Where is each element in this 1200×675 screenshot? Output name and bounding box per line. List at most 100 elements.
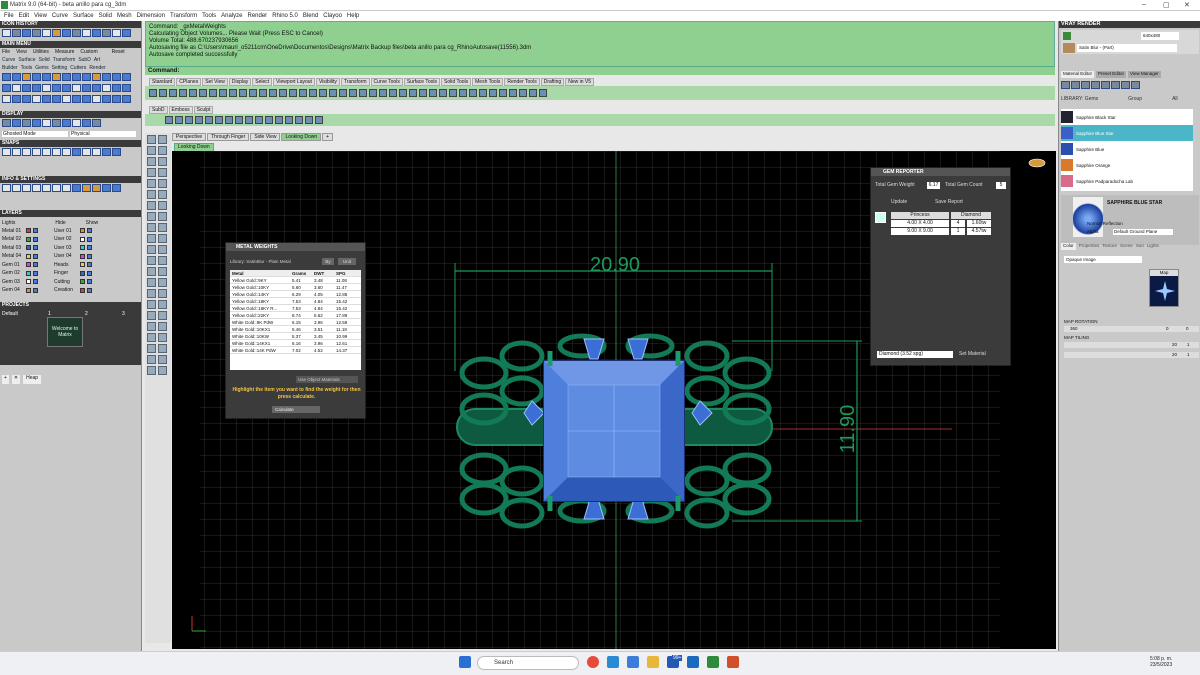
snap-icon[interactable] [92, 148, 101, 156]
sculpt-tool-icon[interactable] [255, 116, 263, 124]
onedrive-icon[interactable] [687, 656, 699, 668]
menu-curve[interactable]: Curve [52, 13, 68, 19]
material-item[interactable]: Sapphire Padparadscha Lab [1061, 173, 1193, 189]
tool-icon[interactable] [72, 84, 81, 92]
display-mode-icon[interactable] [32, 119, 41, 127]
layer-name[interactable]: Gem 04 [2, 287, 24, 293]
layer-visibility-icon[interactable] [87, 253, 92, 259]
display-mode-icon[interactable] [72, 119, 81, 127]
table-row[interactable]: Yellow Gold::22KY 8.74 5.62 17.89 [230, 312, 361, 319]
history-icon[interactable] [112, 29, 121, 37]
tool-icon[interactable] [122, 73, 131, 81]
main-menu-art[interactable]: Art [94, 57, 100, 63]
menu-clayoo[interactable]: Clayoo [323, 13, 342, 19]
menu-tools[interactable]: Tools [202, 13, 216, 19]
toolbar-tab[interactable]: Mesh Tools [472, 78, 504, 86]
toolbar-icon[interactable] [339, 89, 347, 97]
side-tool-icon[interactable] [158, 333, 167, 342]
main-menu-render[interactable]: Render [89, 65, 105, 71]
tool-icon[interactable] [82, 84, 91, 92]
info-icon[interactable] [72, 184, 81, 192]
tool-icon[interactable] [72, 95, 81, 103]
info-icon[interactable] [102, 184, 111, 192]
side-tool-icon[interactable] [147, 267, 156, 276]
menu-surface[interactable]: Surface [73, 13, 94, 19]
material-tool-icon[interactable] [1071, 81, 1080, 89]
navigation-widget-icon[interactable] [1028, 158, 1046, 168]
menu-view[interactable]: View [34, 13, 47, 19]
tool-icon[interactable] [102, 95, 111, 103]
tab-texture[interactable]: Texture [1102, 243, 1117, 250]
material-tool-icon[interactable] [1111, 81, 1120, 89]
layer-visibility-icon[interactable] [33, 253, 38, 259]
layer-color-swatch[interactable] [26, 253, 31, 259]
ring-model[interactable] [456, 333, 773, 529]
layer-name[interactable]: Heads [54, 262, 78, 268]
tab-properties[interactable]: Properties [1079, 243, 1100, 250]
material-tool-icon[interactable] [1131, 81, 1140, 89]
layer-color-swatch[interactable] [80, 245, 85, 250]
layer-hide[interactable]: Hide [55, 220, 65, 226]
layer-name[interactable]: Creation [54, 287, 78, 293]
sculpt-tool-icon[interactable] [315, 116, 323, 124]
layer-visibility-icon[interactable] [87, 287, 92, 293]
tab-preset-editor[interactable]: Preset Editor [1096, 71, 1127, 78]
table-row[interactable]: Yellow Gold::18KY 7.53 4.84 15.42 [230, 298, 361, 305]
layer-visibility-icon[interactable] [33, 270, 38, 276]
menu-help[interactable]: Help [347, 13, 359, 19]
layer-name[interactable]: Metal 02 [2, 236, 24, 242]
toolbar-icon[interactable] [179, 89, 187, 97]
layer-visibility-icon[interactable] [87, 262, 92, 267]
tool-icon[interactable] [72, 73, 81, 81]
resolution-select[interactable]: 640x480 [1141, 32, 1179, 40]
display-mode-icon[interactable] [42, 119, 51, 127]
side-tool-icon[interactable] [158, 300, 167, 309]
toolbar-icon[interactable] [479, 89, 487, 97]
toolbar-icon[interactable] [249, 89, 257, 97]
tool-icon[interactable] [62, 84, 71, 92]
map-tiling-u-slider[interactable]: 20 1 [1064, 342, 1199, 348]
sculpt-tool-icon[interactable] [165, 116, 173, 124]
tool-icon[interactable] [102, 73, 111, 81]
toolbar-icon[interactable] [489, 89, 497, 97]
sculpt-tool-icon[interactable] [275, 116, 283, 124]
tool-icon[interactable] [82, 73, 91, 81]
layer-row[interactable]: Metal 03 User 03 [2, 244, 140, 251]
toolbar-icon[interactable] [469, 89, 477, 97]
tool-icon[interactable] [22, 95, 31, 103]
menu-dimension[interactable]: Dimension [137, 13, 165, 19]
toolbar-icon[interactable] [259, 89, 267, 97]
toolbar-icon[interactable] [359, 89, 367, 97]
settings-icon[interactable] [627, 656, 639, 668]
main-menu-transform[interactable]: Transform [53, 57, 76, 63]
material-tool-icon[interactable] [1061, 81, 1070, 89]
layer-name[interactable]: Gem 02 [2, 270, 24, 276]
toolbar-icon[interactable] [429, 89, 437, 97]
sculpt-tool-icon[interactable] [175, 116, 183, 124]
side-tool-icon[interactable] [147, 311, 156, 320]
sculpt-tool-icon[interactable] [195, 116, 203, 124]
side-tool-icon[interactable] [158, 212, 167, 221]
toolbar-icon[interactable] [269, 89, 277, 97]
history-icon[interactable] [52, 29, 61, 37]
layer-row[interactable]: Gem 02 Finger [2, 270, 140, 277]
toolbar-icon[interactable] [409, 89, 417, 97]
main-menu-builder[interactable]: Builder [2, 65, 18, 71]
side-tool-icon[interactable] [158, 168, 167, 177]
material-item[interactable]: Sapphire Blue [1061, 141, 1193, 157]
side-tool-icon[interactable] [158, 190, 167, 199]
side-tool-icon[interactable] [158, 366, 167, 375]
file-explorer-icon[interactable] [647, 656, 659, 668]
side-tool-icon[interactable] [147, 245, 156, 254]
side-tool-icon[interactable] [158, 201, 167, 210]
table-row[interactable]: Yellow Gold::10KY 5.60 3.60 11.47 [230, 284, 361, 291]
menu-analyze[interactable]: Analyze [221, 13, 242, 19]
sculpt-tool-icon[interactable] [305, 116, 313, 124]
toolbar-icon[interactable] [379, 89, 387, 97]
toolbar-icon[interactable] [499, 89, 507, 97]
side-tool-icon[interactable] [147, 135, 156, 144]
windows-start-icon[interactable] [459, 656, 471, 668]
menu-rhino[interactable]: Rhino 5.0 [272, 13, 298, 19]
snap-icon[interactable] [2, 148, 11, 156]
toolbar-tab[interactable]: Viewport Layout [273, 78, 315, 86]
